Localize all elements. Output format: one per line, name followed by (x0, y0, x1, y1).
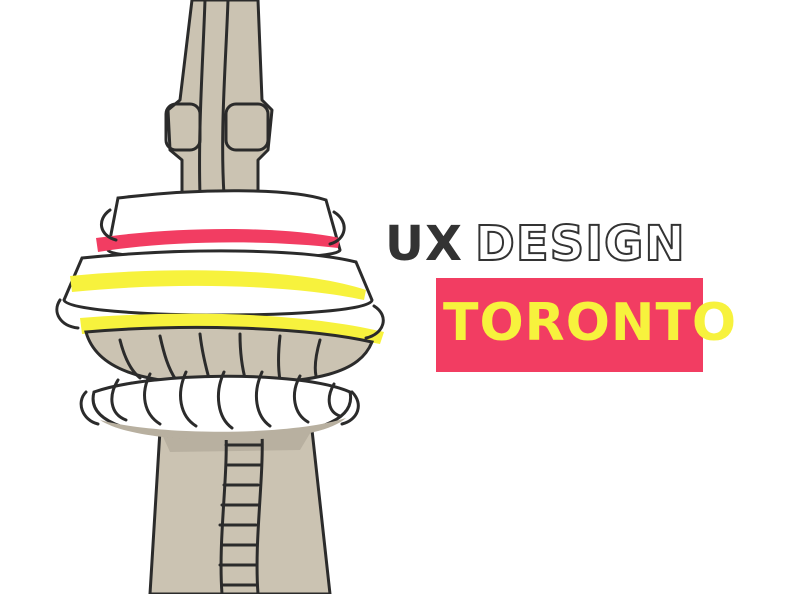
tower-shaft (148, 428, 332, 594)
city-name: TORONTO (443, 288, 737, 358)
headline: UX DESIGN (385, 214, 686, 274)
city-name-text: TORONTO (443, 293, 738, 353)
title-block: UX DESIGN TORONTO (385, 214, 736, 384)
tower-spire (166, 0, 274, 197)
pod-top (106, 189, 342, 261)
headline-solid-word: UX (385, 216, 463, 272)
headline-outline-word: DESIGN (474, 215, 686, 273)
poster: UX DESIGN TORONTO (0, 0, 800, 594)
